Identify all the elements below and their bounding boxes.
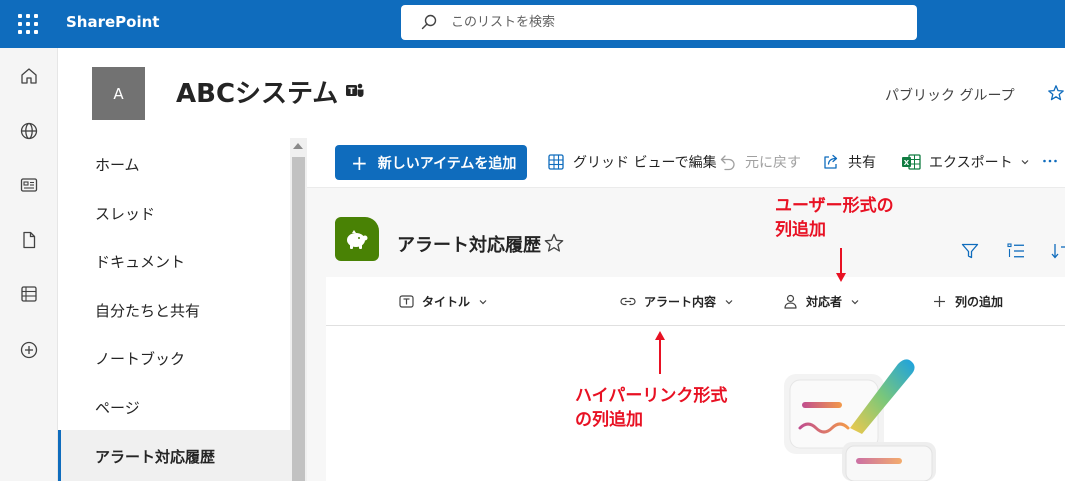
column-title[interactable]: タイトル — [399, 293, 488, 310]
site-title[interactable]: ABCシステム — [176, 73, 338, 110]
text-icon — [399, 295, 414, 308]
home-icon[interactable] — [19, 66, 39, 86]
app-launcher-icon[interactable] — [16, 12, 40, 36]
column-title-label: タイトル — [422, 295, 471, 309]
nav-item-pages[interactable]: ページ — [95, 397, 140, 418]
svg-text:T: T — [348, 87, 355, 97]
annotation-arrow-down-icon — [836, 273, 846, 282]
sort-icon[interactable] — [1050, 241, 1065, 261]
list-title: アラート対応履歴 — [397, 235, 541, 256]
follow-star-icon[interactable] — [1047, 84, 1065, 102]
piggy-bank-icon — [347, 230, 368, 249]
search-box[interactable] — [401, 5, 917, 40]
share-label: 共有 — [848, 155, 876, 171]
annotation-arrow-up-line — [659, 339, 661, 374]
create-icon[interactable] — [19, 340, 39, 360]
nav-item-notebook[interactable]: ノートブック — [95, 348, 185, 369]
chevron-down-icon — [851, 299, 859, 304]
grid-icon — [548, 154, 564, 170]
annotation-hyperlink-line-2: の列追加 — [575, 410, 643, 430]
nav-item-alert-history[interactable]: アラート対応履歴 — [95, 446, 215, 467]
export-button[interactable]: X エクスポート — [901, 152, 1030, 172]
add-column-label: 列の追加 — [955, 295, 1004, 309]
annotation-hyperlink-column: ハイパーリンク形式 の列追加 — [575, 384, 727, 432]
annotation-user-column: ユーザー形式の 列追加 — [775, 194, 894, 242]
chevron-down-icon — [1021, 160, 1029, 165]
column-assignee-label: 対応者 — [806, 295, 843, 309]
annotation-user-line-2: 列追加 — [775, 220, 826, 240]
svg-text:X: X — [904, 159, 910, 167]
annotation-arrow-down-line — [840, 248, 842, 274]
search-icon — [421, 14, 437, 30]
suite-bar: SharePoint — [0, 0, 1065, 48]
more-icon — [1043, 159, 1057, 163]
column-alert-content-label: アラート内容 — [644, 295, 717, 309]
scroll-up-arrow-icon[interactable] — [293, 143, 303, 149]
globe-icon[interactable] — [19, 121, 39, 141]
view-options-icon[interactable] — [1006, 241, 1026, 261]
nav-item-threads[interactable]: スレッド — [95, 203, 155, 224]
nav-item-documents[interactable]: ドキュメント — [95, 251, 185, 272]
share-icon — [824, 154, 838, 169]
favorite-star-icon[interactable] — [543, 232, 565, 254]
more-button[interactable] — [1042, 151, 1065, 169]
new-item-button[interactable]: + 新しいアイテムを追加 — [335, 145, 527, 180]
column-assignee[interactable]: 対応者 — [783, 293, 860, 310]
grid-edit-label: グリッド ビューで編集 — [573, 155, 717, 171]
teams-icon[interactable]: T — [345, 82, 365, 100]
link-icon — [620, 297, 636, 306]
app-bar — [0, 48, 58, 481]
nav-item-home[interactable]: ホーム — [95, 154, 140, 175]
search-input[interactable] — [451, 5, 901, 40]
plus-icon: + — [351, 150, 368, 175]
undo-label: 元に戻す — [745, 155, 801, 171]
new-item-label: 新しいアイテムを追加 — [377, 155, 517, 172]
grid-edit-button[interactable]: グリッド ビューで編集 — [547, 152, 717, 172]
nav-selected-indicator — [58, 430, 61, 481]
nav-scroll-thumb[interactable] — [292, 157, 305, 481]
empty-list-illustration — [784, 359, 936, 481]
news-icon[interactable] — [19, 175, 39, 195]
annotation-hyperlink-line-1: ハイパーリンク形式 — [575, 386, 728, 406]
column-alert-content[interactable]: アラート内容 — [620, 293, 734, 310]
add-column-button[interactable]: 列の追加 — [932, 293, 1003, 310]
lists-icon[interactable] — [19, 284, 39, 304]
undo-button[interactable]: 元に戻す — [719, 152, 801, 172]
share-button[interactable]: 共有 — [822, 152, 876, 172]
person-icon — [784, 294, 797, 309]
brand-name[interactable]: SharePoint — [66, 13, 159, 31]
site-logo[interactable]: A — [92, 67, 145, 120]
excel-icon: X — [902, 154, 921, 170]
list-icon — [335, 217, 379, 261]
group-type-label: パブリック グループ — [885, 88, 1015, 104]
file-icon[interactable] — [19, 230, 39, 250]
plus-icon — [934, 296, 945, 307]
chevron-down-icon — [725, 299, 733, 304]
chevron-down-icon — [479, 299, 487, 304]
export-label: エクスポート — [929, 155, 1013, 171]
undo-icon — [720, 155, 735, 171]
filter-icon[interactable] — [960, 241, 980, 261]
annotation-user-line-1: ユーザー形式の — [775, 196, 894, 216]
nav-item-shared-with-us[interactable]: 自分たちと共有 — [95, 300, 200, 321]
